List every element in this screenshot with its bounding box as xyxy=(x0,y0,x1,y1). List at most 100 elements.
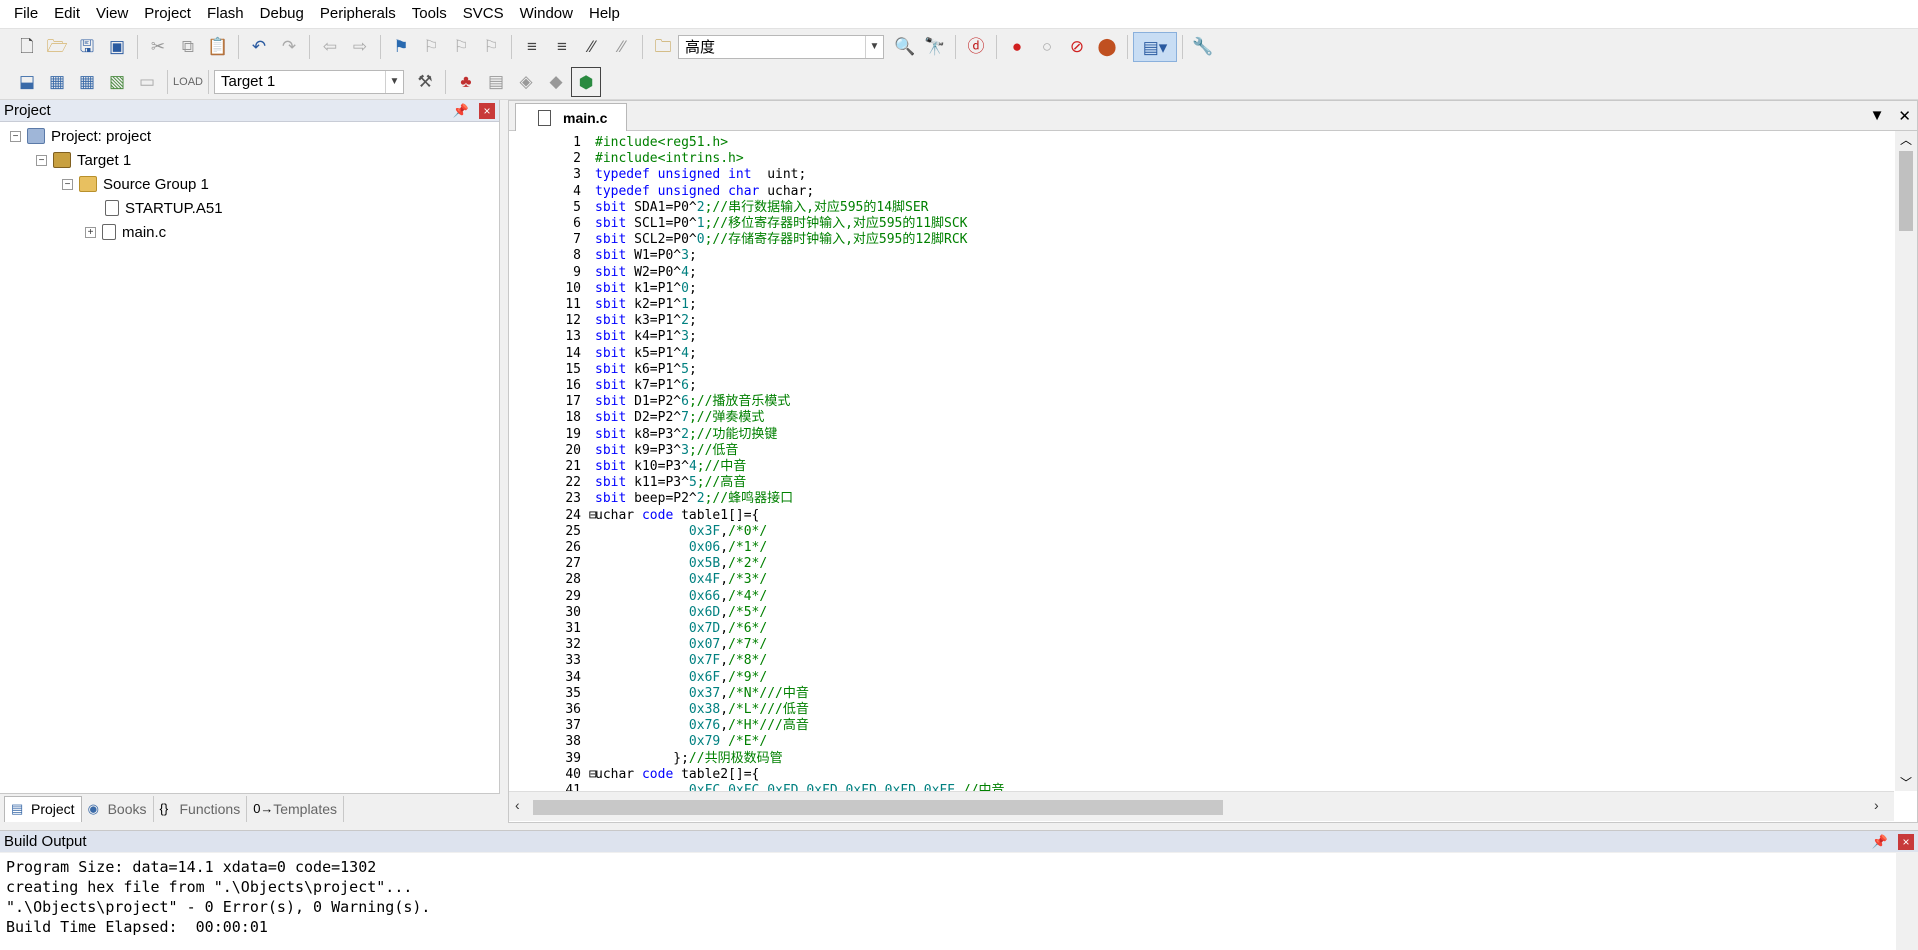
close-icon[interactable]: ✕ xyxy=(1898,107,1911,125)
find-combo[interactable]: 高度 ▼ xyxy=(678,34,884,59)
configure-icon[interactable]: 🔧 xyxy=(1188,32,1218,62)
download-icon[interactable]: LOAD xyxy=(173,67,203,97)
collapse-icon[interactable]: − xyxy=(10,130,21,142)
manage-project-items-icon[interactable]: ♣ xyxy=(451,67,481,97)
scroll-right-icon[interactable]: › xyxy=(1874,797,1879,813)
menu-flash[interactable]: Flash xyxy=(199,0,252,28)
menu-help[interactable]: Help xyxy=(581,0,628,28)
pin-icon[interactable]: 📌 xyxy=(453,103,469,119)
tab-functions[interactable]: {} Functions xyxy=(154,795,248,822)
redo-icon[interactable]: ↷ xyxy=(274,32,304,62)
window-layout-icon[interactable]: ▤▾ xyxy=(1133,31,1177,62)
comment-icon[interactable]: ⁄⁄ xyxy=(577,32,607,62)
tree-node-file[interactable]: STARTUP.A51 xyxy=(105,196,223,220)
tree-node-source-group[interactable]: − Source Group 1 xyxy=(62,172,209,196)
tab-templates[interactable]: 0→ Templates xyxy=(247,795,345,822)
code-line[interactable]: 31 0x7D,/*6*/ xyxy=(509,621,1889,637)
scroll-down-icon[interactable]: ﹀ xyxy=(1900,774,1912,791)
code-line[interactable]: 1 #include<reg51.h> xyxy=(509,135,1889,151)
code-line[interactable]: 39 };//共阴极数码管 xyxy=(509,751,1889,767)
menu-file[interactable]: File xyxy=(6,0,46,28)
code-line[interactable]: 37 0x76,/*H*///高音 xyxy=(509,718,1889,734)
build-output-panel[interactable]: Program Size: data=14.1 xdata=0 code=130… xyxy=(0,853,1918,950)
code-line[interactable]: 7 sbit SCL2=P0^0;//存储寄存器时钟输入,对应595的12脚RCK xyxy=(509,232,1889,248)
select-packs-icon[interactable]: ▤ xyxy=(481,67,511,97)
code-line[interactable]: 2 #include<intrins.h> xyxy=(509,151,1889,167)
clear-bookmarks-icon[interactable]: ⚐ xyxy=(476,32,506,62)
tab-project[interactable]: ▤ Project xyxy=(4,795,82,822)
code-line[interactable]: 41 0xFC,0xFC,0xFD,0xFD,0xFD,0xFD,0xFE,//… xyxy=(509,783,1889,791)
chevron-down-icon[interactable]: ▼ xyxy=(865,35,883,58)
tab-books[interactable]: ◉ Books xyxy=(82,795,154,822)
horizontal-scrollbar[interactable]: ‹ › xyxy=(509,791,1894,821)
close-icon[interactable]: × xyxy=(1898,833,1914,850)
insert-breakpoint-icon[interactable]: ● xyxy=(1002,32,1032,62)
scroll-thumb[interactable] xyxy=(1899,151,1913,231)
code-line[interactable]: 40 ⊟uchar code table2[]={ xyxy=(509,767,1889,783)
code-line[interactable]: 34 0x6F,/*9*/ xyxy=(509,670,1889,686)
code-line[interactable]: 32 0x07,/*7*/ xyxy=(509,637,1889,653)
save-all-icon[interactable]: ▣ xyxy=(102,32,132,62)
menu-svcs[interactable]: SVCS xyxy=(455,0,512,28)
open-folder-icon[interactable]: 🗁 xyxy=(42,32,72,62)
stop-build-icon[interactable]: ▭ xyxy=(132,67,162,97)
code-line[interactable]: 19 sbit k8=P3^2;//功能切换键 xyxy=(509,427,1889,443)
scroll-up-icon[interactable]: ︿ xyxy=(1900,131,1912,148)
code-line[interactable]: 8 sbit W1=P0^3; xyxy=(509,248,1889,264)
code-line[interactable]: 28 0x4F,/*3*/ xyxy=(509,572,1889,588)
code-line[interactable]: 24 ⊟uchar code table1[]={ xyxy=(509,508,1889,524)
code-line[interactable]: 30 0x6D,/*5*/ xyxy=(509,605,1889,621)
chevron-down-icon[interactable]: ▼ xyxy=(385,70,403,93)
menu-window[interactable]: Window xyxy=(512,0,581,28)
code-line[interactable]: 16 sbit k7=P1^6; xyxy=(509,378,1889,394)
code-line[interactable]: 9 sbit W2=P0^4; xyxy=(509,265,1889,281)
code-area[interactable]: 1 #include<reg51.h> 2 #include<intrins.h> 3 t… xyxy=(509,131,1894,791)
code-line[interactable]: 18 sbit D2=P2^7;//弹奏模式 xyxy=(509,410,1889,426)
target-combo[interactable]: Target 1 ▼ xyxy=(214,69,404,94)
tab-main-c[interactable]: main.c xyxy=(515,103,627,131)
menu-debug[interactable]: Debug xyxy=(252,0,312,28)
nav-back-icon[interactable]: ⇦ xyxy=(315,32,345,62)
code-line[interactable]: 38 0x79 /*E*/ xyxy=(509,734,1889,750)
batch-build-icon[interactable]: ▧ xyxy=(102,67,132,97)
code-line[interactable]: 15 sbit k6=P1^5; xyxy=(509,362,1889,378)
code-line[interactable]: 33 0x7F,/*8*/ xyxy=(509,653,1889,669)
code-line[interactable]: 11 sbit k2=P1^1; xyxy=(509,297,1889,313)
code-line[interactable]: 25 0x3F,/*0*/ xyxy=(509,524,1889,540)
code-line[interactable]: 29 0x66,/*4*/ xyxy=(509,589,1889,605)
vertical-scrollbar[interactable]: ︿ ﹀ xyxy=(1895,131,1917,791)
bookmark-icon[interactable]: ⚑ xyxy=(386,32,416,62)
code-line[interactable]: 12 sbit k3=P1^2; xyxy=(509,313,1889,329)
copy-icon[interactable]: ⧉ xyxy=(173,32,203,62)
manage-runtime-icon[interactable]: ◈ xyxy=(511,67,541,97)
code-line[interactable]: 3 typedef unsigned int uint; xyxy=(509,167,1889,183)
scroll-left-icon[interactable]: ‹ xyxy=(515,797,520,813)
rebuild-icon[interactable]: ▦ xyxy=(72,67,102,97)
new-file-icon[interactable]: 🗋 xyxy=(12,32,42,62)
code-line[interactable]: 14 sbit k5=P1^4; xyxy=(509,346,1889,362)
undo-icon[interactable]: ↶ xyxy=(244,32,274,62)
code-line[interactable]: 6 sbit SCL1=P0^1;//移位寄存器时钟输入,对应595的11脚SCK xyxy=(509,216,1889,232)
code-line[interactable]: 23 sbit beep=P2^2;//蜂鸣器接口 xyxy=(509,491,1889,507)
tree-node-project[interactable]: − Project: project xyxy=(10,124,151,148)
menu-peripherals[interactable]: Peripherals xyxy=(312,0,404,28)
find-icon[interactable]: 🔍 xyxy=(890,32,920,62)
tab-list-icon[interactable]: ▼ xyxy=(1870,107,1885,125)
disable-breakpoint-icon[interactable]: ○ xyxy=(1032,32,1062,62)
scroll-thumb[interactable] xyxy=(533,800,1223,815)
collapse-icon[interactable]: − xyxy=(36,154,47,166)
code-line[interactable]: 20 sbit k9=P3^3;//低音 xyxy=(509,443,1889,459)
close-icon[interactable]: × xyxy=(479,102,495,119)
code-line[interactable]: 27 0x5B,/*2*/ xyxy=(509,556,1889,572)
next-bookmark-icon[interactable]: ⚐ xyxy=(446,32,476,62)
code-line[interactable]: 21 sbit k10=P3^4;//中音 xyxy=(509,459,1889,475)
translate-icon[interactable]: ⬓ xyxy=(12,67,42,97)
uncomment-icon[interactable]: ⁄⁄ xyxy=(607,32,637,62)
code-line[interactable]: 17 sbit D1=P2^6;//播放音乐模式 xyxy=(509,394,1889,410)
cut-icon[interactable]: ✂ xyxy=(143,32,173,62)
incremental-find-icon[interactable]: 🔭 xyxy=(920,32,950,62)
menu-project[interactable]: Project xyxy=(136,0,199,28)
code-line[interactable]: 4 typedef unsigned char uchar; xyxy=(509,184,1889,200)
indent-icon[interactable]: ≡ xyxy=(517,32,547,62)
kill-all-breakpoints-icon[interactable]: ⬤ xyxy=(1092,32,1122,62)
